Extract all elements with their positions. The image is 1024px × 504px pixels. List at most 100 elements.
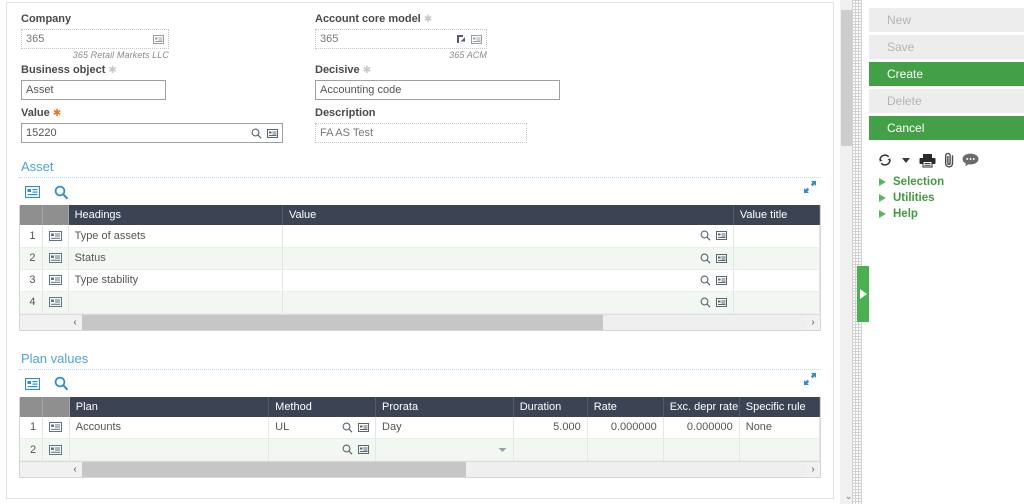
field-account-core-model-input[interactable]: 365	[315, 29, 487, 49]
cell-heading[interactable]: Type of assets	[68, 225, 283, 248]
row-action-cell[interactable]	[42, 225, 69, 248]
plan-column-specific-rule[interactable]: Specific rule	[739, 396, 821, 417]
cell-heading[interactable]: Type stability	[68, 269, 283, 292]
hscroll-thumb[interactable]	[82, 314, 604, 330]
sidebar-item-selection[interactable]: Selection	[869, 174, 1024, 190]
field-company-input[interactable]: 365	[21, 29, 169, 49]
row-action-cell[interactable]	[42, 269, 69, 292]
table-row[interactable]: 1 Type of assets	[20, 225, 821, 248]
card-icon[interactable]	[267, 128, 278, 138]
search-icon[interactable]	[54, 185, 69, 200]
expand-icon[interactable]	[803, 180, 817, 194]
card-icon[interactable]	[715, 231, 727, 241]
cell-specific-rule[interactable]	[739, 438, 821, 461]
cell-value[interactable]	[282, 269, 734, 292]
card-icon[interactable]	[358, 422, 370, 432]
hscroll-right-arrow[interactable]: ›	[806, 314, 820, 330]
card-icon[interactable]	[48, 230, 62, 241]
cell-rate[interactable]	[587, 438, 664, 461]
cell-value-title[interactable]	[733, 269, 821, 292]
search-icon[interactable]	[700, 230, 711, 241]
card-icon[interactable]	[715, 297, 727, 307]
plan-column-rate[interactable]: Rate	[587, 396, 664, 417]
cell-method[interactable]	[268, 438, 377, 461]
cell-prorata[interactable]	[375, 438, 514, 461]
card-icon[interactable]	[471, 34, 482, 44]
card-icon[interactable]	[153, 34, 164, 44]
hscroll-track[interactable]	[82, 462, 806, 477]
create-button[interactable]: Create	[869, 62, 1024, 86]
refresh-icon[interactable]	[877, 152, 893, 168]
row-action-cell[interactable]	[42, 247, 69, 270]
card-icon[interactable]	[715, 275, 727, 285]
asset-grid-hscrollbar[interactable]: ‹ ›	[20, 313, 820, 330]
panel-expand-handle[interactable]	[857, 266, 869, 322]
field-decisive-input[interactable]: Accounting code	[315, 80, 560, 100]
hscroll-left-arrow[interactable]: ‹	[68, 462, 82, 477]
table-row[interactable]: 4	[20, 291, 821, 314]
cell-value-title[interactable]	[733, 225, 821, 248]
cell-prorata[interactable]: Day	[375, 416, 514, 439]
print-icon[interactable]	[919, 153, 936, 168]
asset-column-value[interactable]: Value	[282, 205, 734, 225]
row-action-cell[interactable]	[42, 416, 70, 439]
expand-icon[interactable]	[803, 372, 817, 386]
search-icon[interactable]	[342, 444, 353, 455]
plan-column-duration[interactable]: Duration	[513, 396, 588, 417]
row-action-cell[interactable]	[42, 291, 69, 314]
card-icon[interactable]	[49, 444, 63, 455]
comment-icon[interactable]	[962, 153, 979, 167]
cell-duration[interactable]: 5.000	[513, 416, 588, 439]
delete-button[interactable]: Delete	[869, 89, 1024, 113]
cell-plan[interactable]: Accounts	[69, 416, 270, 439]
card-icon[interactable]	[25, 377, 40, 390]
cell-duration[interactable]	[513, 438, 588, 461]
card-icon[interactable]	[358, 445, 370, 454]
cell-heading[interactable]: Status	[68, 247, 283, 270]
field-description-input[interactable]: FA AS Test	[315, 123, 527, 143]
caret-down-icon[interactable]	[902, 157, 910, 163]
cell-value[interactable]	[282, 225, 734, 248]
cell-exc-depr-rate[interactable]	[663, 438, 740, 461]
cancel-button[interactable]: Cancel	[869, 116, 1024, 140]
cell-specific-rule[interactable]: None	[739, 416, 821, 439]
cell-exc-depr-rate[interactable]: 0.000000	[663, 416, 740, 439]
plan-column-exc-depr-rate[interactable]: Exc. depr rate	[663, 396, 740, 417]
chevron-down-icon[interactable]	[498, 447, 507, 453]
card-icon[interactable]	[48, 297, 62, 308]
link-icon[interactable]	[456, 34, 466, 44]
search-icon[interactable]	[54, 376, 69, 391]
new-button[interactable]: New	[869, 8, 1024, 32]
cell-value[interactable]	[282, 291, 734, 314]
sidebar-item-utilities[interactable]: Utilities	[869, 190, 1024, 206]
cell-heading[interactable]	[68, 291, 283, 314]
hscroll-thumb[interactable]	[82, 462, 466, 477]
search-icon[interactable]	[700, 275, 711, 286]
sidebar-item-help[interactable]: Help	[869, 206, 1024, 222]
cell-value-title[interactable]	[733, 247, 821, 270]
card-icon[interactable]	[48, 253, 62, 264]
asset-column-headings[interactable]: Headings	[68, 205, 283, 225]
search-icon[interactable]	[251, 128, 262, 139]
cell-rate[interactable]: 0.000000	[587, 416, 664, 439]
plan-column-prorata[interactable]: Prorata	[375, 396, 514, 417]
hscroll-track[interactable]	[82, 314, 806, 330]
table-row[interactable]: 2 Status	[20, 247, 821, 270]
table-row[interactable]: 2	[20, 438, 821, 461]
search-icon[interactable]	[700, 297, 711, 308]
search-icon[interactable]	[342, 422, 353, 433]
hscroll-left-arrow[interactable]: ‹	[68, 314, 82, 330]
save-button[interactable]: Save	[869, 35, 1024, 59]
cell-value[interactable]	[282, 247, 734, 270]
card-icon[interactable]	[715, 253, 727, 263]
field-value-input[interactable]: 15220	[21, 123, 283, 143]
card-icon[interactable]	[49, 422, 63, 433]
table-row[interactable]: 1 Accounts UL Day 5.000 0.000000 0.00000…	[20, 416, 821, 439]
field-business-object-input[interactable]: Asset	[21, 80, 166, 100]
attachment-icon[interactable]	[942, 152, 956, 168]
plan-column-plan[interactable]: Plan	[69, 396, 270, 417]
asset-column-value-title[interactable]: Value title	[733, 205, 821, 225]
search-icon[interactable]	[700, 253, 711, 264]
cell-plan[interactable]	[69, 438, 270, 461]
hscroll-right-arrow[interactable]: ›	[806, 462, 820, 477]
